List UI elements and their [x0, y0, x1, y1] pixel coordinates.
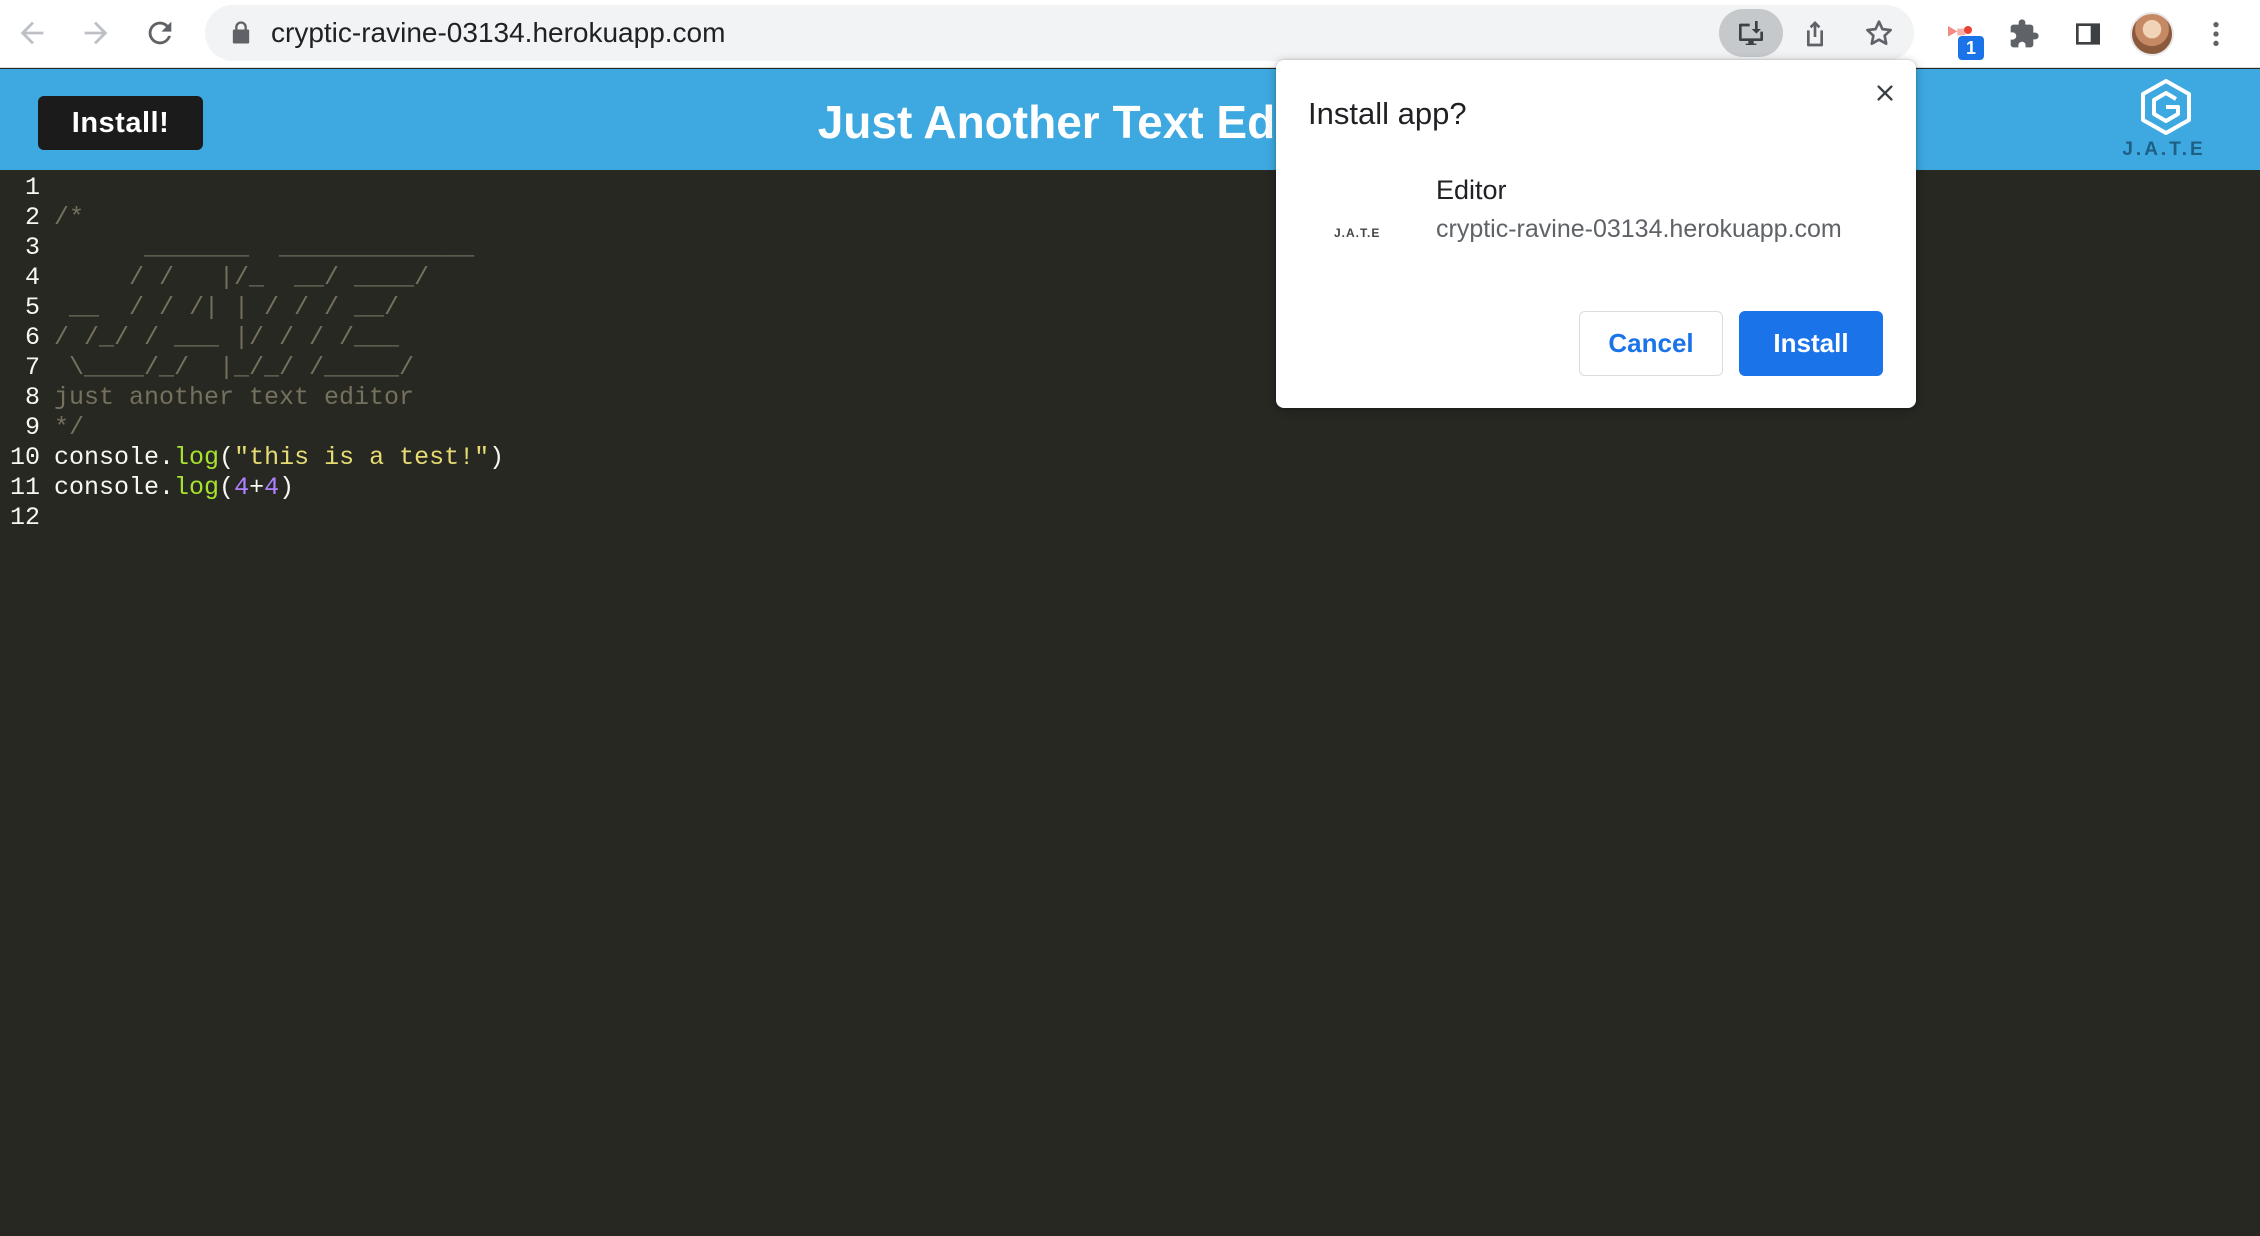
- app-name: Editor: [1436, 175, 1507, 205]
- code-token: console.: [54, 443, 175, 472]
- code-token: /*: [54, 203, 85, 232]
- dialog-close-button[interactable]: [1868, 76, 1902, 110]
- line-number: 6: [24, 323, 40, 352]
- code-token: 4: [264, 473, 280, 502]
- line-number: 12: [9, 503, 40, 532]
- code-text[interactable]: \____/_/ |_/_/ /_____/: [54, 353, 414, 383]
- avatar[interactable]: [2130, 12, 2174, 56]
- line-number: 1: [24, 173, 40, 202]
- code-token: / / |/_ __/ ____/: [54, 263, 430, 292]
- jate-logo-icon: [2141, 79, 2191, 135]
- jate-logo: J.A.T.E: [2118, 79, 2210, 167]
- code-token: _______ _____________: [54, 233, 475, 262]
- lock-icon[interactable]: [227, 19, 255, 47]
- code-text[interactable]: just another text editor: [54, 383, 414, 413]
- side-panel-icon: [2076, 23, 2100, 45]
- code-token: just another text editor: [54, 383, 415, 412]
- app-icon: J.A.T.E: [1334, 226, 1381, 240]
- back-button[interactable]: [9, 10, 55, 56]
- code-token: +: [249, 473, 265, 502]
- line-number: 4: [24, 263, 40, 292]
- code-token: 4: [234, 473, 250, 502]
- install-app-dialog: Install app? J.A.T.E Editor cryptic-ravi…: [1276, 60, 1916, 408]
- browser-toolbar: cryptic-ravine-03134.herokuapp.com 1: [0, 0, 2260, 68]
- code-token: ): [489, 443, 505, 472]
- bookmark-button[interactable]: [1847, 9, 1911, 57]
- install-app-icon: [1739, 21, 1763, 45]
- bookmark-star-icon: [1866, 20, 1892, 45]
- code-text[interactable]: / / |/_ __/ ____/: [54, 263, 429, 293]
- reload-button[interactable]: [137, 10, 183, 56]
- extension-badge: 1: [1958, 36, 1984, 60]
- line-number: 2: [24, 203, 40, 232]
- address-bar[interactable]: cryptic-ravine-03134.herokuapp.com: [205, 5, 1914, 61]
- line-number: 8: [24, 383, 40, 412]
- line-number: 5: [24, 293, 40, 322]
- code-token: / /_/ / ___ |/ / / /___: [54, 323, 400, 352]
- code-token: "this is a test!": [234, 443, 490, 472]
- share-button[interactable]: [1783, 9, 1847, 57]
- code-text[interactable]: console.log(4+4): [54, 473, 294, 503]
- code-token: __ / / /| | / / / __/: [54, 293, 400, 322]
- dialog-title: Install app?: [1308, 96, 1467, 131]
- code-token: ): [279, 473, 295, 502]
- code-text[interactable]: /*: [54, 203, 84, 233]
- back-arrow-icon: [20, 21, 44, 45]
- install-button[interactable]: Install: [1739, 311, 1883, 376]
- reload-icon: [148, 21, 172, 45]
- code-token: \____/_/ |_/_/ /_____/: [54, 353, 415, 382]
- code-text[interactable]: __ / / /| | / / / __/: [54, 293, 399, 323]
- line-number: 7: [24, 353, 40, 382]
- code-token: (: [219, 473, 235, 502]
- line-number: 10: [9, 443, 40, 472]
- code-token: console.: [54, 473, 175, 502]
- puzzle-icon: [2010, 19, 2039, 48]
- more-menu-button[interactable]: [2194, 12, 2238, 56]
- extensions-menu-button[interactable]: [2002, 12, 2046, 56]
- code-token: (: [219, 443, 235, 472]
- more-vert-icon: [2213, 22, 2219, 46]
- code-token: */: [54, 413, 85, 442]
- install-app-button[interactable]: [1719, 9, 1783, 57]
- app-header: Install! Just Another Text Editor J.A.T.…: [0, 69, 2260, 170]
- code-text[interactable]: */: [54, 413, 84, 443]
- url-text[interactable]: cryptic-ravine-03134.herokuapp.com: [271, 19, 725, 47]
- app-origin: cryptic-ravine-03134.herokuapp.com: [1436, 215, 1842, 243]
- forward-button[interactable]: [73, 10, 119, 56]
- code-token: log: [174, 443, 220, 472]
- code-text[interactable]: / /_/ / ___ |/ / / /___: [54, 323, 399, 353]
- share-icon: [1807, 21, 1823, 47]
- close-icon: [1877, 85, 1893, 101]
- code-text[interactable]: _______ _____________: [54, 233, 474, 263]
- line-number: 11: [9, 473, 40, 502]
- side-panel-button[interactable]: [2066, 12, 2110, 56]
- code-text[interactable]: console.log("this is a test!"): [54, 443, 504, 473]
- cancel-button[interactable]: Cancel: [1579, 311, 1723, 376]
- line-number: 9: [24, 413, 40, 442]
- logo-text: J.A.T.E: [2122, 139, 2206, 160]
- code-editor[interactable]: 1 2 /* 3 _______ _____________ 4 / / |/_ __/…: [0, 170, 2260, 1236]
- forward-arrow-icon: [84, 21, 108, 45]
- code-token: log: [174, 473, 220, 502]
- line-number: 3: [24, 233, 40, 262]
